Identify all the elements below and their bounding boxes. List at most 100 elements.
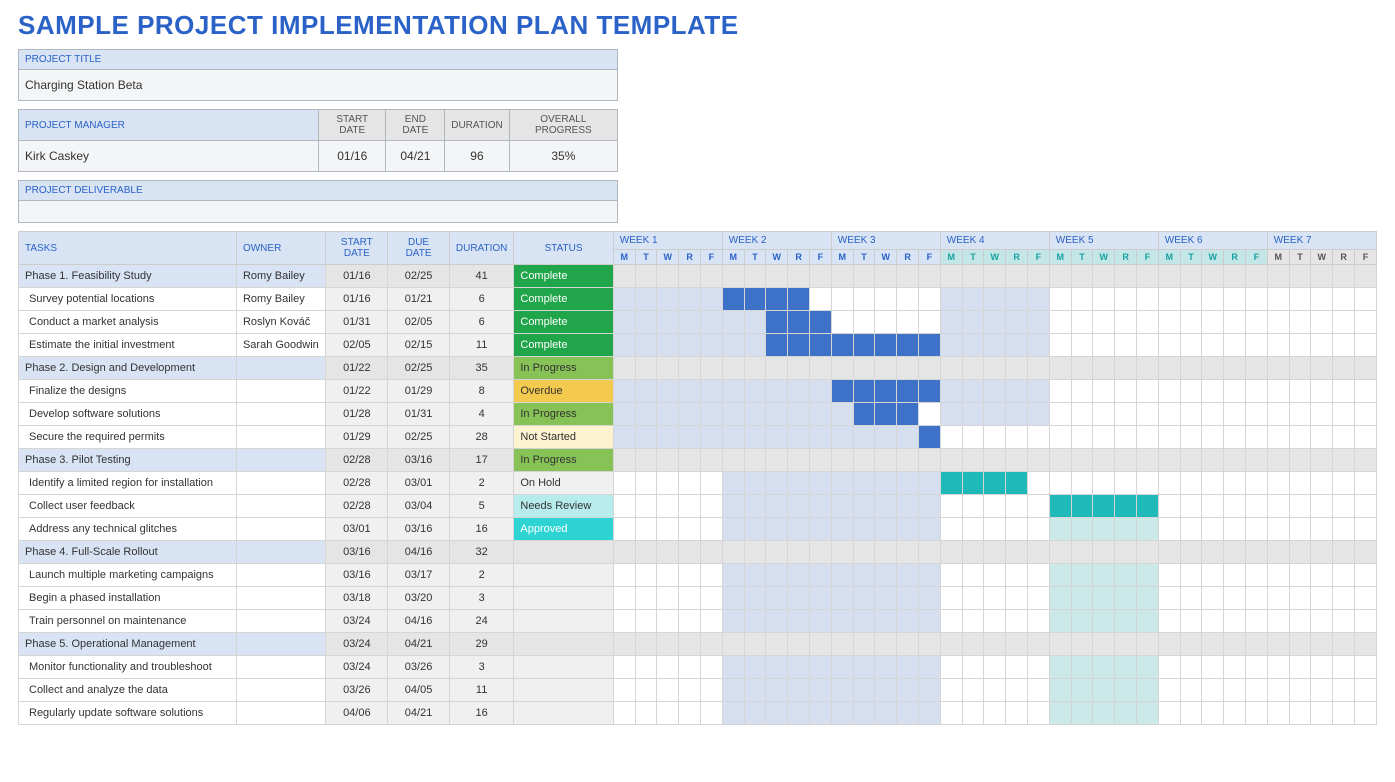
task-due[interactable]: 03/16 <box>388 449 450 472</box>
task-due[interactable]: 04/16 <box>388 541 450 564</box>
value-end-date[interactable]: 04/21 <box>386 141 445 172</box>
task-duration[interactable]: 2 <box>449 564 513 587</box>
task-due[interactable]: 03/04 <box>388 495 450 518</box>
task-due[interactable]: 02/25 <box>388 265 450 288</box>
task-owner[interactable] <box>236 679 326 702</box>
task-duration[interactable]: 29 <box>449 633 513 656</box>
task-owner[interactable] <box>236 564 326 587</box>
task-name[interactable]: Launch multiple marketing campaigns <box>19 564 237 587</box>
task-status[interactable] <box>514 679 613 702</box>
value-duration[interactable]: 96 <box>445 141 509 172</box>
task-status[interactable] <box>514 610 613 633</box>
task-start[interactable]: 03/16 <box>326 541 388 564</box>
task-due[interactable]: 03/26 <box>388 656 450 679</box>
task-name[interactable]: Finalize the designs <box>19 380 237 403</box>
task-status[interactable]: Not Started <box>514 426 613 449</box>
task-duration[interactable]: 11 <box>449 334 513 357</box>
task-start[interactable]: 02/28 <box>326 449 388 472</box>
task-name[interactable]: Phase 2. Design and Development <box>19 357 237 380</box>
task-owner[interactable] <box>236 587 326 610</box>
task-duration[interactable]: 8 <box>449 380 513 403</box>
task-owner[interactable] <box>236 656 326 679</box>
task-due[interactable]: 01/31 <box>388 403 450 426</box>
task-start[interactable]: 03/24 <box>326 633 388 656</box>
task-duration[interactable]: 5 <box>449 495 513 518</box>
task-name[interactable]: Conduct a market analysis <box>19 311 237 334</box>
task-duration[interactable]: 24 <box>449 610 513 633</box>
task-duration[interactable]: 35 <box>449 357 513 380</box>
task-name[interactable]: Secure the required permits <box>19 426 237 449</box>
task-name[interactable]: Phase 1. Feasibility Study <box>19 265 237 288</box>
task-owner[interactable] <box>236 518 326 541</box>
value-project-manager[interactable]: Kirk Caskey <box>19 141 319 172</box>
task-start[interactable]: 01/16 <box>326 265 388 288</box>
task-start[interactable]: 03/26 <box>326 679 388 702</box>
task-duration[interactable]: 16 <box>449 702 513 725</box>
task-due[interactable]: 02/25 <box>388 426 450 449</box>
value-start-date[interactable]: 01/16 <box>319 141 386 172</box>
task-name[interactable]: Train personnel on maintenance <box>19 610 237 633</box>
task-status[interactable]: Approved <box>514 518 613 541</box>
task-due[interactable]: 03/16 <box>388 518 450 541</box>
value-progress[interactable]: 35% <box>509 141 617 172</box>
task-start[interactable]: 02/05 <box>326 334 388 357</box>
task-owner[interactable] <box>236 449 326 472</box>
task-due[interactable]: 04/21 <box>388 633 450 656</box>
task-owner[interactable] <box>236 472 326 495</box>
task-due[interactable]: 04/05 <box>388 679 450 702</box>
task-status[interactable] <box>514 656 613 679</box>
task-status[interactable] <box>514 587 613 610</box>
task-start[interactable]: 02/28 <box>326 495 388 518</box>
task-name[interactable]: Collect and analyze the data <box>19 679 237 702</box>
task-owner[interactable] <box>236 541 326 564</box>
task-start[interactable]: 01/16 <box>326 288 388 311</box>
task-due[interactable]: 02/05 <box>388 311 450 334</box>
task-start[interactable]: 01/31 <box>326 311 388 334</box>
task-due[interactable]: 03/01 <box>388 472 450 495</box>
task-name[interactable]: Regularly update software solutions <box>19 702 237 725</box>
task-duration[interactable]: 32 <box>449 541 513 564</box>
task-name[interactable]: Collect user feedback <box>19 495 237 518</box>
task-duration[interactable]: 17 <box>449 449 513 472</box>
task-duration[interactable]: 41 <box>449 265 513 288</box>
task-due[interactable]: 02/15 <box>388 334 450 357</box>
task-start[interactable]: 03/01 <box>326 518 388 541</box>
task-duration[interactable]: 2 <box>449 472 513 495</box>
task-start[interactable]: 03/24 <box>326 610 388 633</box>
task-name[interactable]: Estimate the initial investment <box>19 334 237 357</box>
task-start[interactable]: 01/22 <box>326 380 388 403</box>
task-duration[interactable]: 11 <box>449 679 513 702</box>
task-status[interactable]: Overdue <box>514 380 613 403</box>
task-start[interactable]: 01/22 <box>326 357 388 380</box>
task-name[interactable]: Phase 5. Operational Management <box>19 633 237 656</box>
task-owner[interactable]: Roslyn Kováč <box>236 311 326 334</box>
task-name[interactable]: Survey potential locations <box>19 288 237 311</box>
value-project-title[interactable]: Charging Station Beta <box>19 70 618 101</box>
task-owner[interactable] <box>236 357 326 380</box>
task-owner[interactable]: Romy Bailey <box>236 288 326 311</box>
task-status[interactable]: Complete <box>514 288 613 311</box>
task-start[interactable]: 01/28 <box>326 403 388 426</box>
task-duration[interactable]: 3 <box>449 656 513 679</box>
task-due[interactable]: 03/17 <box>388 564 450 587</box>
task-duration[interactable]: 16 <box>449 518 513 541</box>
task-owner[interactable]: Sarah Goodwin <box>236 334 326 357</box>
task-start[interactable]: 03/18 <box>326 587 388 610</box>
task-duration[interactable]: 4 <box>449 403 513 426</box>
task-name[interactable]: Begin a phased installation <box>19 587 237 610</box>
task-name[interactable]: Address any technical glitches <box>19 518 237 541</box>
task-name[interactable]: Develop software solutions <box>19 403 237 426</box>
task-owner[interactable] <box>236 403 326 426</box>
task-start[interactable]: 03/16 <box>326 564 388 587</box>
task-due[interactable]: 03/20 <box>388 587 450 610</box>
task-owner[interactable] <box>236 426 326 449</box>
task-due[interactable]: 04/16 <box>388 610 450 633</box>
task-status[interactable]: In Progress <box>514 449 613 472</box>
task-status[interactable] <box>514 564 613 587</box>
task-due[interactable]: 01/21 <box>388 288 450 311</box>
task-status[interactable] <box>514 633 613 656</box>
task-name[interactable]: Identify a limited region for installati… <box>19 472 237 495</box>
task-owner[interactable] <box>236 702 326 725</box>
task-status[interactable]: On Hold <box>514 472 613 495</box>
task-status[interactable]: Complete <box>514 311 613 334</box>
